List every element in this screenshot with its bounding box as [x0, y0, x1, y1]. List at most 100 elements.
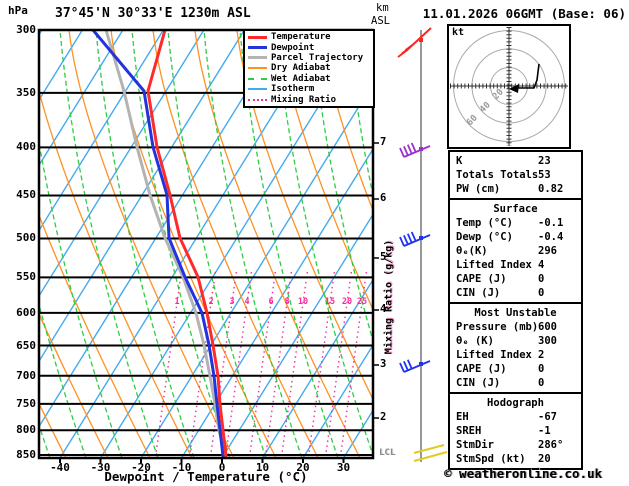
stat-value: -0.1 [538, 217, 564, 229]
temperature-tick-label: -30 [90, 461, 111, 474]
legend-item-label: Isotherm [271, 84, 315, 95]
stat-value: 300 [538, 335, 557, 347]
page-title: 37°45'N 30°33'E 1230m ASL [55, 6, 251, 21]
km-tick-label: 7 [380, 136, 387, 148]
legend: Temperature Dewpoint Parcel Trajectory Dry … [243, 29, 375, 108]
valid-datetime: 11.01.2026 06GMT (Base: 06) [422, 6, 626, 21]
pressure-tick-label: 850 [16, 448, 36, 461]
mixing-ratio-tick-label: 3 [229, 297, 235, 307]
legend-line-sample [248, 88, 267, 91]
indices-box: K 23 Totals Totals 53 PW (cm) 0.82 [448, 150, 583, 200]
hodograph-unit-label: kt [452, 27, 465, 38]
stat-value: 23 [538, 155, 551, 167]
stat-label: CIN (J) [456, 287, 501, 299]
pressure-tick-label: 700 [16, 368, 36, 382]
legend-item-label: Wet Adiabat [271, 73, 331, 84]
pressure-tick-label: 400 [16, 140, 36, 154]
legend-item: Temperature [245, 32, 373, 42]
stat-value: -1 [538, 425, 551, 437]
mixing-ratio-tick-label: 10 [297, 297, 309, 307]
hodograph-box-title: Hodograph [487, 397, 544, 409]
stat-row: Temp (°C) -0.1 [450, 216, 581, 230]
legend-item: Mixing Ratio [245, 94, 373, 105]
mixing-ratio-tick-label: 2 [208, 297, 214, 307]
stat-row: CAPE (J) 0 [450, 362, 581, 376]
stat-value: 0 [538, 273, 545, 285]
stat-row: K 23 [450, 154, 581, 168]
stat-row: θₑ (K) 300 [450, 334, 581, 348]
stat-label: SREH [456, 425, 482, 437]
stat-value: 20 [538, 453, 551, 465]
stat-value: 286° [538, 439, 564, 451]
km-tick-label: 5 [380, 251, 387, 263]
pressure-tick-label: 500 [16, 231, 36, 245]
legend-line-sample [248, 56, 267, 60]
pressure-tick-label: 300 [16, 23, 36, 36]
legend-line-sample [248, 67, 267, 70]
stat-label: StmSpd (kt) [456, 453, 526, 465]
stat-row: StmDir 286° [450, 438, 581, 452]
stat-row: EH -67 [450, 410, 581, 424]
stat-value: 0 [538, 363, 545, 375]
stat-row: CIN (J) 0 [450, 286, 581, 300]
stat-value: 296 [538, 245, 557, 257]
wind-barb-3-km [399, 359, 431, 373]
stat-label: CIN (J) [456, 377, 501, 389]
mixing-ratio-tick-label: 6 [268, 297, 274, 307]
stat-value: 2 [538, 349, 545, 361]
stat-label: Lifted Index [456, 349, 532, 361]
stat-label: PW (cm) [456, 183, 501, 195]
stat-value: -67 [538, 411, 557, 423]
pressure-tick-label: 350 [16, 85, 36, 99]
stat-value: -0.4 [538, 231, 564, 243]
surface-box-title: Surface [493, 203, 538, 215]
km-tick-label: 6 [380, 192, 387, 204]
legend-line-sample [248, 98, 267, 101]
surface-box: Surface Temp (°C) -0.1 Dewp (°C) -0.4 θₑ(K) 2… [448, 198, 583, 304]
stat-row: PW (cm) 0.82 [450, 182, 581, 196]
legend-item: Dry Adiabat [245, 63, 373, 73]
stat-label: CAPE (J) [456, 273, 507, 285]
most-unstable-box: Most Unstable Pressure (mb) 600 θₑ (K) 300 L… [448, 302, 583, 394]
pressure-tick-label: 600 [16, 305, 36, 319]
hodograph: 204060 [447, 24, 571, 149]
temperature-tick-label: 30 [336, 461, 351, 474]
stat-label: K [456, 155, 463, 167]
altitude-axis-unit-km: km [376, 2, 389, 14]
legend-line-sample [248, 35, 267, 39]
stat-row: Lifted Index 4 [450, 258, 581, 272]
legend-item-label: Dry Adiabat [271, 63, 331, 74]
credit-footer: © weatheronline.co.uk [444, 466, 603, 481]
stat-label: Pressure (mb) [456, 321, 539, 333]
stat-label: StmDir [456, 439, 494, 451]
temperature-tick-label: -10 [171, 461, 192, 474]
wind-barb-500-hPa [399, 231, 431, 247]
wind-barb-7-km [399, 142, 431, 158]
legend-item-label: Parcel Trajectory [271, 52, 364, 63]
stat-row: SREH -1 [450, 424, 581, 438]
legend-item: Wet Adiabat [245, 74, 373, 84]
stat-label: θₑ(K) [456, 245, 488, 257]
altitude-axis-unit-asl: ASL [371, 15, 390, 27]
stat-value: 0.82 [538, 183, 564, 195]
stat-value: 4 [538, 259, 545, 271]
km-tick-label: 4 [380, 303, 387, 315]
mixing-ratio-tick-label: 4 [244, 297, 250, 307]
legend-item: Dewpoint [245, 42, 373, 53]
stat-value: 0 [538, 287, 545, 299]
temperature-tick-label: 0 [218, 461, 226, 474]
pressure-tick-label: 650 [16, 338, 36, 352]
pressure-tick-label: 450 [16, 188, 36, 202]
stat-value: 600 [538, 321, 557, 333]
temperature-tick-label: -40 [50, 461, 70, 474]
km-tick-label: 2 [380, 411, 387, 423]
stat-label: θₑ (K) [456, 335, 494, 347]
temperature-tick-label: -20 [131, 461, 151, 474]
temperature-tick-label: 10 [255, 461, 270, 474]
legend-item: Isotherm [245, 84, 373, 94]
legend-item: Parcel Trajectory [245, 53, 373, 63]
mixing-ratio-tick-label: 15 [324, 297, 336, 307]
pressure-tick-label: 550 [16, 270, 36, 284]
stat-label: Lifted Index [456, 259, 532, 271]
stat-row: CAPE (J) 0 [450, 272, 581, 286]
